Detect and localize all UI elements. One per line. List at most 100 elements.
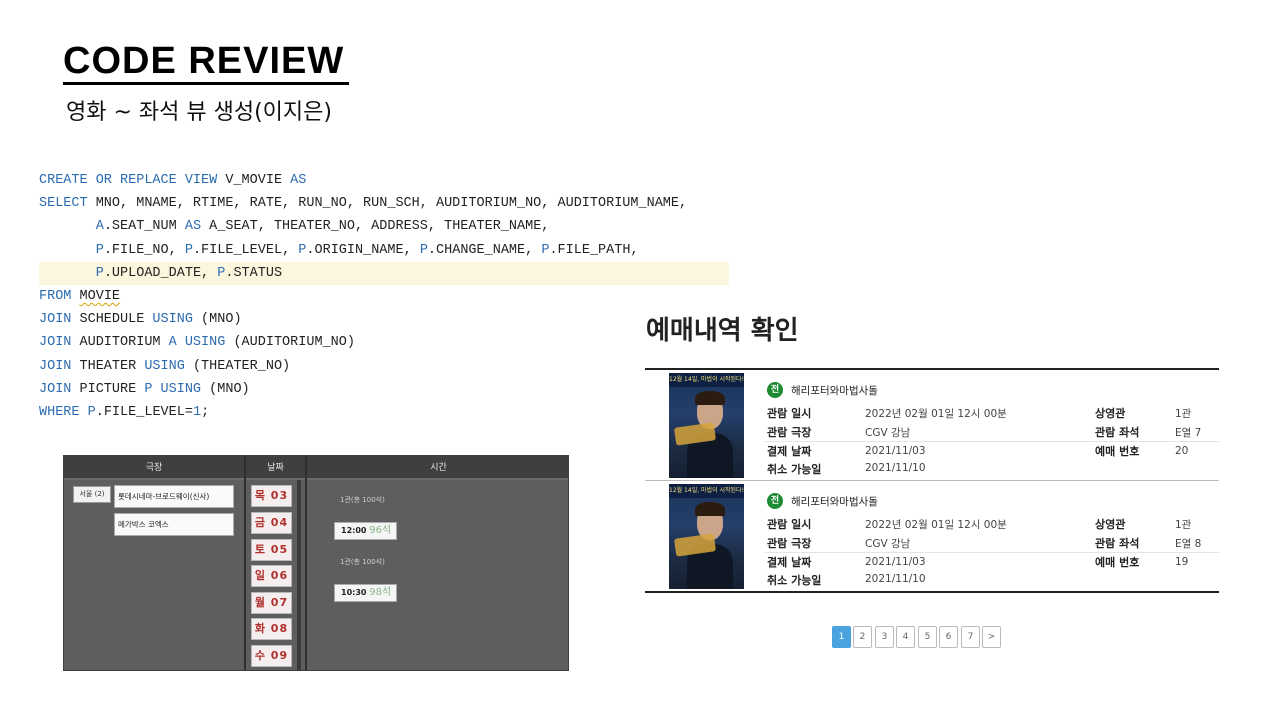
page-button-6[interactable]: 6 bbox=[939, 626, 958, 648]
sql-keyword: P USING bbox=[144, 381, 202, 397]
label-seat: 관람 좌석 bbox=[1095, 426, 1140, 439]
label-auditorium: 상영관 bbox=[1095, 407, 1126, 420]
movie-poster[interactable]: 12월 14일, 마법이 시작된다! bbox=[669, 373, 744, 478]
date-scrollbar[interactable] bbox=[297, 480, 301, 670]
sql-keyword: P bbox=[184, 242, 193, 258]
showtime-time: 10:30 bbox=[341, 588, 367, 597]
sql-keyword: P bbox=[95, 242, 104, 258]
sql-text: .UPLOAD_DATE, bbox=[103, 265, 218, 281]
sql-text: .FILE_LEVEL, bbox=[192, 242, 299, 258]
label-cancel-until: 취소 가능일 bbox=[767, 463, 822, 476]
label-reserve-no: 예매 번호 bbox=[1095, 556, 1140, 569]
sql-text: PICTURE bbox=[71, 381, 145, 397]
reservation-list: 12월 14일, 마법이 시작된다! 전 해리포터와마법사돌 관람 일시 202… bbox=[645, 368, 1219, 593]
poster-hair bbox=[695, 502, 725, 516]
date-button[interactable]: 금 04 bbox=[251, 512, 292, 534]
sql-keyword: AS bbox=[184, 219, 202, 235]
date-button[interactable]: 토 05 bbox=[251, 539, 292, 561]
label-reserve-no: 예매 번호 bbox=[1095, 445, 1140, 458]
movie-title[interactable]: 해리포터와마법사돌 bbox=[791, 383, 878, 398]
code-line: P.FILE_NO, P.FILE_LEVEL, P.ORIGIN_NAME, … bbox=[39, 239, 729, 262]
sql-text: SCHEDULE bbox=[71, 312, 153, 328]
sql-keyword: A USING bbox=[168, 335, 226, 351]
showtime-button[interactable]: 10:30 98석 bbox=[334, 584, 397, 602]
sql-text-warning: MOVIE bbox=[79, 288, 121, 304]
showtime-time: 12:00 bbox=[341, 526, 367, 535]
sql-text: .STATUS bbox=[225, 265, 283, 281]
sql-text: THEATER bbox=[71, 358, 145, 374]
hall-label: 1관(총 100석) bbox=[340, 558, 385, 566]
poster-banner: 12월 14일, 마법이 시작된다! bbox=[669, 484, 744, 498]
date-button[interactable]: 목 03 bbox=[251, 485, 292, 507]
age-grade-badge: 전 bbox=[767, 382, 783, 398]
sql-text: (THEATER_NO) bbox=[184, 358, 291, 374]
showtime-seats: 98석 bbox=[369, 587, 392, 598]
next-page-button[interactable]: > bbox=[982, 626, 1001, 648]
sql-keyword: WHERE bbox=[39, 404, 80, 420]
page-button-4[interactable]: 4 bbox=[896, 626, 915, 648]
code-line: WHERE P.FILE_LEVEL=1; bbox=[39, 401, 729, 424]
label-pay-date: 결제 날짜 bbox=[767, 445, 812, 458]
value-view-theater: CGV 강남 bbox=[865, 538, 911, 550]
region-seoul-button[interactable]: 서울 (2) bbox=[73, 486, 111, 503]
poster-banner: 12월 14일, 마법이 시작된다! bbox=[669, 373, 744, 387]
code-line: JOIN PICTURE P USING (MNO) bbox=[39, 378, 729, 401]
showtime-seats: 96석 bbox=[369, 525, 392, 536]
sql-text: A_SEAT, THEATER_NO, ADDRESS, THEATER_NAM… bbox=[201, 219, 550, 235]
page-button-1[interactable]: 1 bbox=[832, 626, 851, 648]
sql-keyword: A bbox=[95, 219, 104, 235]
sql-text: ; bbox=[201, 404, 210, 420]
movie-title[interactable]: 해리포터와마법사돌 bbox=[791, 494, 878, 509]
date-button[interactable]: 월 07 bbox=[251, 592, 292, 614]
sql-text: V_MOVIE bbox=[217, 173, 291, 188]
page-button-5[interactable]: 5 bbox=[918, 626, 937, 648]
page-button-7[interactable]: 7 bbox=[961, 626, 980, 648]
date-button[interactable]: 화 08 bbox=[251, 618, 292, 640]
theater-item[interactable]: 메가박스 코엑스 bbox=[114, 513, 234, 536]
label-view-theater: 관람 극장 bbox=[767, 426, 812, 439]
sql-keyword: P bbox=[87, 404, 96, 420]
date-button[interactable]: 수 09 bbox=[251, 645, 292, 667]
date-button[interactable]: 일 06 bbox=[251, 565, 292, 587]
value-reserve-no: 19 bbox=[1175, 556, 1189, 568]
code-line: FROM MOVIE bbox=[39, 285, 729, 308]
sql-keyword: AS bbox=[290, 173, 307, 188]
sql-keyword: P bbox=[95, 265, 104, 281]
reservation-item: 12월 14일, 마법이 시작된다! 전 해리포터와마법사돌 관람 일시 202… bbox=[645, 370, 1219, 481]
sql-keyword: P bbox=[419, 242, 428, 258]
sql-text: .CHANGE_NAME, bbox=[427, 242, 542, 258]
label-cancel-until: 취소 가능일 bbox=[767, 574, 822, 587]
row-divider bbox=[765, 441, 1219, 442]
sql-keyword: JOIN bbox=[39, 358, 72, 374]
sql-text: (AUDITORIUM_NO) bbox=[225, 335, 355, 351]
page-button-2[interactable]: 2 bbox=[853, 626, 872, 648]
sql-keyword: USING bbox=[144, 358, 185, 374]
sql-keyword: CREATE OR REPLACE VIEW bbox=[39, 173, 218, 188]
value-cancel-until: 2021/11/10 bbox=[865, 573, 926, 585]
showtime-button[interactable]: 12:00 96석 bbox=[334, 522, 397, 540]
code-line: JOIN AUDITORIUM A USING (AUDITORIUM_NO) bbox=[39, 331, 729, 354]
sql-text: (MNO) bbox=[192, 312, 242, 328]
page-button-3[interactable]: 3 bbox=[875, 626, 894, 648]
value-cancel-until: 2021/11/10 bbox=[865, 462, 926, 474]
reservation-item: 12월 14일, 마법이 시작된다! 전 해리포터와마법사돌 관람 일시 202… bbox=[645, 481, 1219, 591]
sql-indent bbox=[39, 243, 96, 258]
sql-text: .FILE_NO, bbox=[103, 242, 185, 258]
value-view-datetime: 2022년 02월 01일 12시 00분 bbox=[865, 519, 1007, 531]
sql-number: 1 bbox=[192, 404, 202, 420]
movie-poster[interactable]: 12월 14일, 마법이 시작된다! bbox=[669, 484, 744, 589]
theater-item[interactable]: 롯데시네마-브로드웨이(신사) bbox=[114, 485, 234, 508]
code-line: CREATE OR REPLACE VIEW V_MOVIE AS bbox=[39, 169, 729, 192]
label-seat: 관람 좌석 bbox=[1095, 537, 1140, 550]
hall-label: 1관(총 100석) bbox=[340, 496, 385, 504]
sql-keyword: SELECT bbox=[39, 196, 88, 212]
theater-column-header: 극장 bbox=[64, 456, 244, 480]
value-pay-date: 2021/11/03 bbox=[865, 445, 926, 457]
sql-keyword: JOIN bbox=[39, 335, 72, 351]
sql-indent bbox=[39, 266, 96, 281]
code-line: JOIN SCHEDULE USING (MNO) bbox=[39, 308, 729, 331]
sql-keyword: JOIN bbox=[39, 381, 72, 397]
sql-text: .ORIGIN_NAME, bbox=[306, 242, 420, 258]
